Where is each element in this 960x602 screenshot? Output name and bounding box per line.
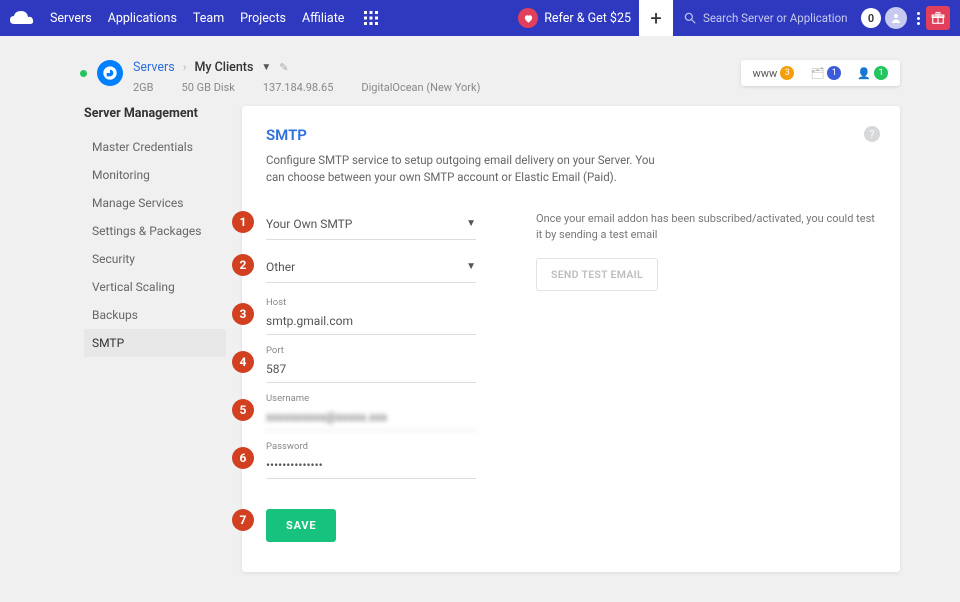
- annotation-2: 2: [232, 254, 254, 276]
- notification-count[interactable]: 0: [861, 8, 881, 28]
- nav-affiliate[interactable]: Affiliate: [302, 11, 344, 26]
- refer-label: Refer & Get $25: [544, 11, 631, 26]
- nav-servers[interactable]: Servers: [50, 11, 92, 26]
- host-label: Host: [266, 297, 476, 308]
- annotation-7: 7: [232, 509, 254, 531]
- smtp-panel: SMTP ? Configure SMTP service to setup o…: [242, 106, 900, 572]
- password-input[interactable]: [266, 454, 476, 479]
- caret-down-icon: ▼: [466, 261, 476, 272]
- port-input[interactable]: [266, 358, 476, 383]
- www-count: 3: [780, 66, 794, 80]
- annotation-3: 3: [232, 303, 254, 325]
- sidebar-item-backups[interactable]: Backups: [84, 301, 226, 329]
- sidebar: Server Management Master Credentials Mon…: [84, 106, 226, 357]
- folder-stat[interactable]: 🗂 1: [810, 66, 841, 80]
- breadcrumb: Servers › My Clients ▼ ✎: [133, 60, 480, 75]
- sidebar-item-smtp[interactable]: SMTP: [84, 329, 226, 357]
- username-input[interactable]: xxxxxxxxxx@xxxxx.xxx: [266, 406, 476, 431]
- caret-down-icon: ▼: [466, 218, 476, 229]
- test-email-info: Once your email addon has been subscribe…: [536, 211, 876, 244]
- panel-description: Configure SMTP service to setup outgoing…: [266, 152, 666, 187]
- server-disk: 50 GB Disk: [182, 81, 235, 94]
- gift-icon[interactable]: [926, 6, 950, 30]
- annotation-1: 1: [232, 211, 254, 233]
- user-avatar-icon[interactable]: [885, 7, 907, 29]
- www-label: www: [753, 67, 778, 80]
- nav-applications[interactable]: Applications: [108, 11, 177, 26]
- save-button[interactable]: SAVE: [266, 509, 336, 542]
- nav-projects[interactable]: Projects: [240, 11, 286, 26]
- server-meta: 2GB 50 GB Disk 137.184.98.65 DigitalOcea…: [133, 81, 480, 94]
- chevron-right-icon: ›: [183, 60, 187, 75]
- password-label: Password: [266, 441, 476, 452]
- smtp-provider-value: Other: [266, 260, 295, 274]
- provider-logo-icon: [97, 60, 123, 86]
- sidebar-item-security[interactable]: Security: [84, 245, 226, 273]
- rename-icon[interactable]: ✎: [279, 61, 288, 74]
- sidebar-item-manage-services[interactable]: Manage Services: [84, 189, 226, 217]
- username-label: Username: [266, 393, 476, 404]
- heart-icon: [518, 8, 538, 28]
- server-dropdown-icon[interactable]: ▼: [261, 62, 271, 73]
- annotation-4: 4: [232, 351, 254, 373]
- help-icon[interactable]: ?: [864, 126, 880, 142]
- server-name[interactable]: My Clients: [194, 60, 253, 75]
- annotation-6: 6: [232, 447, 254, 469]
- sidebar-item-vertical-scaling[interactable]: Vertical Scaling: [84, 273, 226, 301]
- sidebar-item-monitoring[interactable]: Monitoring: [84, 161, 226, 189]
- folder-icon: 🗂: [810, 67, 824, 80]
- server-stats-box: www 3 🗂 1 👤 1: [741, 60, 900, 86]
- sidebar-item-settings-packages[interactable]: Settings & Packages: [84, 217, 226, 245]
- sidebar-title: Server Management: [84, 106, 226, 121]
- server-ram: 2GB: [133, 81, 154, 94]
- apps-grid-icon[interactable]: [364, 11, 378, 25]
- annotation-5: 5: [232, 399, 254, 421]
- search-icon: [683, 11, 697, 25]
- refer-link[interactable]: Refer & Get $25: [518, 8, 631, 28]
- smtp-type-select[interactable]: Your Own SMTP ▼: [266, 211, 476, 240]
- www-stat[interactable]: www 3: [753, 66, 795, 80]
- breadcrumb-root[interactable]: Servers: [133, 60, 175, 75]
- add-button[interactable]: +: [639, 0, 673, 36]
- port-label: Port: [266, 345, 476, 356]
- brand-logo[interactable]: [10, 9, 36, 27]
- server-status-dot: [80, 70, 87, 77]
- server-provider: DigitalOcean (New York): [361, 81, 480, 94]
- search-wrap: [675, 11, 861, 25]
- nav-team[interactable]: Team: [193, 11, 224, 26]
- folder-count: 1: [827, 66, 841, 80]
- server-header: Servers › My Clients ▼ ✎ 2GB 50 GB Disk …: [0, 36, 960, 106]
- nav-links: Servers Applications Team Projects Affil…: [50, 11, 344, 26]
- user-count: 1: [874, 66, 888, 80]
- panel-title: SMTP: [266, 126, 876, 144]
- server-ip: 137.184.98.65: [263, 81, 334, 94]
- smtp-type-value: Your Own SMTP: [266, 217, 352, 231]
- sidebar-item-master-credentials[interactable]: Master Credentials: [84, 133, 226, 161]
- send-test-email-button[interactable]: SEND TEST EMAIL: [536, 258, 658, 291]
- more-menu-icon[interactable]: [917, 12, 920, 25]
- user-stat[interactable]: 👤 1: [857, 66, 888, 80]
- user-icon: 👤: [857, 67, 871, 80]
- search-input[interactable]: [703, 11, 853, 25]
- top-nav: Servers Applications Team Projects Affil…: [0, 0, 960, 36]
- smtp-provider-select[interactable]: Other ▼: [266, 254, 476, 283]
- host-input[interactable]: [266, 310, 476, 335]
